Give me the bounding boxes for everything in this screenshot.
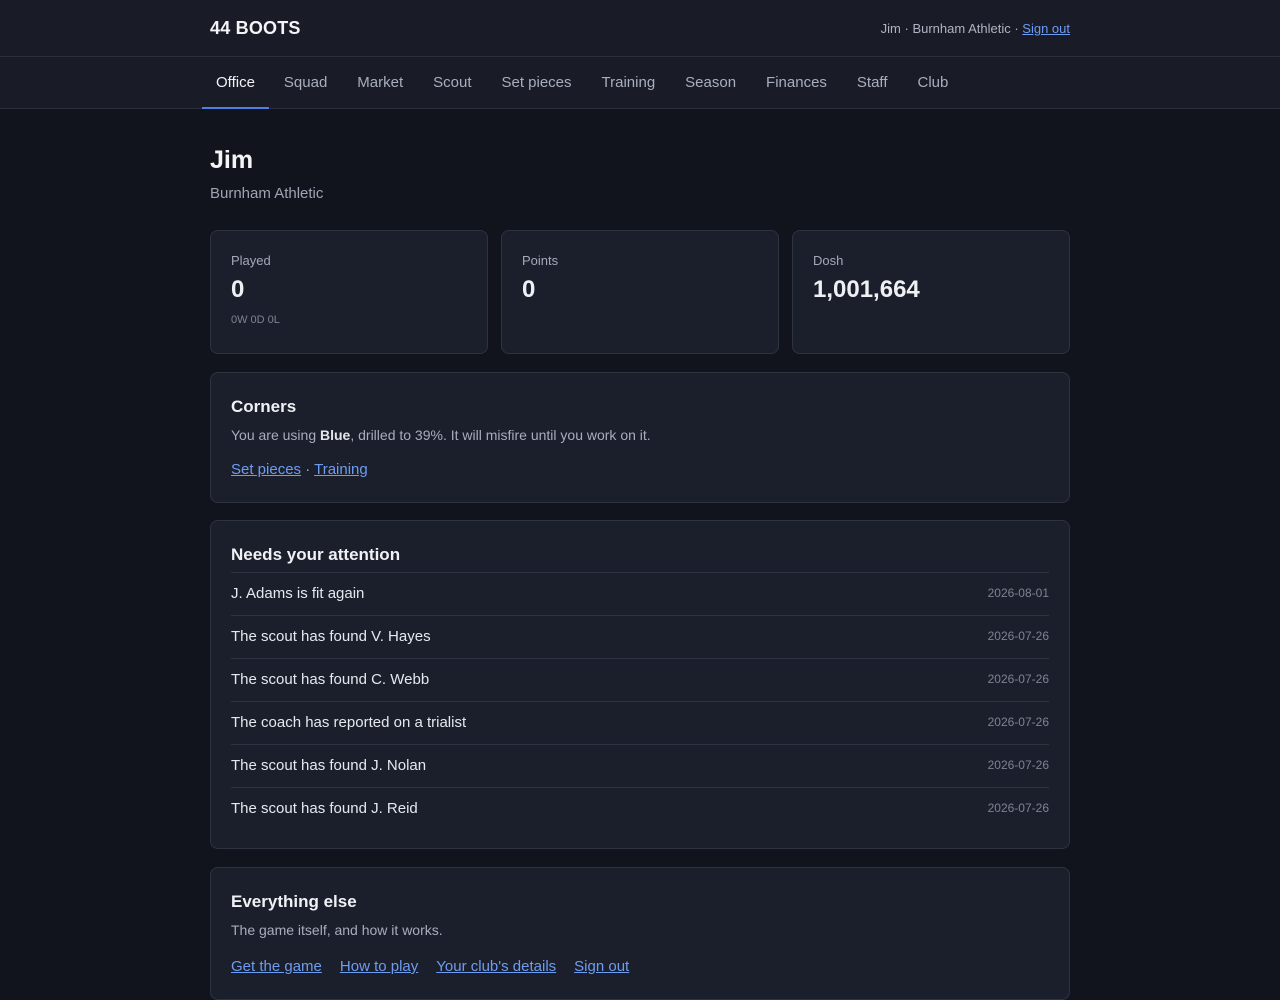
item-date: 2026-07-26 (987, 801, 1049, 815)
item-text: The scout has found C. Webb (231, 671, 430, 688)
tab-squad[interactable]: Squad (269, 57, 342, 108)
corners-links: Set pieces · Training (231, 461, 1049, 478)
item-text: The scout has found V. Hayes (231, 628, 431, 645)
attention-card: Needs your attention J. Adams is fit aga… (210, 520, 1070, 849)
corners-text-before: You are using (231, 427, 320, 443)
sign-out-link[interactable]: Sign out (1022, 21, 1070, 36)
item-date: 2026-07-26 (987, 672, 1049, 686)
tab-office[interactable]: Office (202, 57, 269, 109)
item-text: The coach has reported on a trialist (231, 714, 467, 731)
list-item[interactable]: The scout has found J. Reid 2026-07-26 (231, 787, 1049, 830)
attention-title: Needs your attention (231, 545, 401, 564)
stat-label: Dosh (813, 253, 844, 268)
how-to-play-link[interactable]: How to play (340, 958, 418, 975)
stat-card-dosh: Dosh 1,001,664 (792, 230, 1070, 354)
list-item[interactable]: J. Adams is fit again 2026-08-01 (231, 572, 1049, 615)
corners-routine: Blue (320, 427, 351, 443)
sign-out-link[interactable]: Sign out (574, 958, 629, 975)
stat-label: Played (231, 253, 271, 268)
item-text: The scout has found J. Nolan (231, 757, 427, 774)
stats-row: Played 0 0W 0D 0L Points 0 Dosh 1,001,66… (210, 230, 1070, 354)
top-header: 44 BOOTS Jim · Burnham Athletic · Sign o… (0, 0, 1280, 57)
item-text: The scout has found J. Reid (231, 800, 418, 817)
tab-club[interactable]: Club (903, 57, 964, 108)
page-subtitle: Burnham Athletic (210, 185, 324, 202)
stat-value: 1,001,664 (813, 276, 920, 303)
everything-else-subtitle: The game itself, and how it works. (231, 922, 443, 938)
corners-card: Corners You are using Blue, drilled to 3… (210, 372, 1070, 503)
link-separator: · (301, 461, 315, 478)
item-text: J. Adams is fit again (231, 585, 365, 602)
stat-card-points: Points 0 (501, 230, 779, 354)
corners-description: You are using Blue, drilled to 39%. It w… (231, 427, 1049, 443)
everything-else-title: Everything else (231, 892, 357, 911)
stat-value: 0 (522, 276, 536, 303)
everything-else-card: Everything else The game itself, and how… (210, 867, 1070, 1000)
main-nav: Office Squad Market Scout Set pieces Tra… (0, 57, 1280, 109)
stat-value: 0 (231, 276, 245, 303)
tab-season[interactable]: Season (670, 57, 751, 108)
tab-scout[interactable]: Scout (418, 57, 486, 108)
tab-market[interactable]: Market (342, 57, 418, 108)
item-date: 2026-07-26 (987, 758, 1049, 772)
brand-logo[interactable]: 44 BOOTS (210, 18, 301, 39)
set-pieces-link[interactable]: Set pieces (231, 461, 301, 478)
user-info: Jim · Burnham Athletic · Sign out (881, 21, 1070, 36)
tab-training[interactable]: Training (587, 57, 671, 108)
corners-title: Corners (231, 397, 297, 416)
stat-card-played: Played 0 0W 0D 0L (210, 230, 488, 354)
tab-set-pieces[interactable]: Set pieces (486, 57, 586, 108)
main-content: Jim Burnham Athletic Played 0 0W 0D 0L P… (210, 109, 1070, 1000)
everything-else-links: Get the game How to play Your club's det… (231, 958, 1049, 975)
item-date: 2026-08-01 (987, 586, 1049, 600)
stat-record: 0W 0D 0L (231, 314, 280, 326)
stat-label: Points (522, 253, 559, 268)
attention-list: J. Adams is fit again 2026-08-01 The sco… (231, 572, 1049, 830)
list-item[interactable]: The coach has reported on a trialist 202… (231, 701, 1049, 744)
corners-text-after: , drilled to 39%. It will misfire until … (350, 427, 651, 443)
get-the-game-link[interactable]: Get the game (231, 958, 322, 975)
item-date: 2026-07-26 (987, 629, 1049, 643)
item-date: 2026-07-26 (987, 715, 1049, 729)
list-item[interactable]: The scout has found J. Nolan 2026-07-26 (231, 744, 1049, 787)
list-item[interactable]: The scout has found C. Webb 2026-07-26 (231, 658, 1049, 701)
page-title: Jim (210, 146, 254, 174)
training-link[interactable]: Training (314, 461, 368, 478)
list-item[interactable]: The scout has found V. Hayes 2026-07-26 (231, 615, 1049, 658)
user-club-label: Jim · Burnham Athletic · (880, 21, 1019, 36)
tab-staff[interactable]: Staff (842, 57, 903, 108)
tab-finances[interactable]: Finances (751, 57, 842, 108)
club-details-link[interactable]: Your club's details (436, 958, 556, 975)
